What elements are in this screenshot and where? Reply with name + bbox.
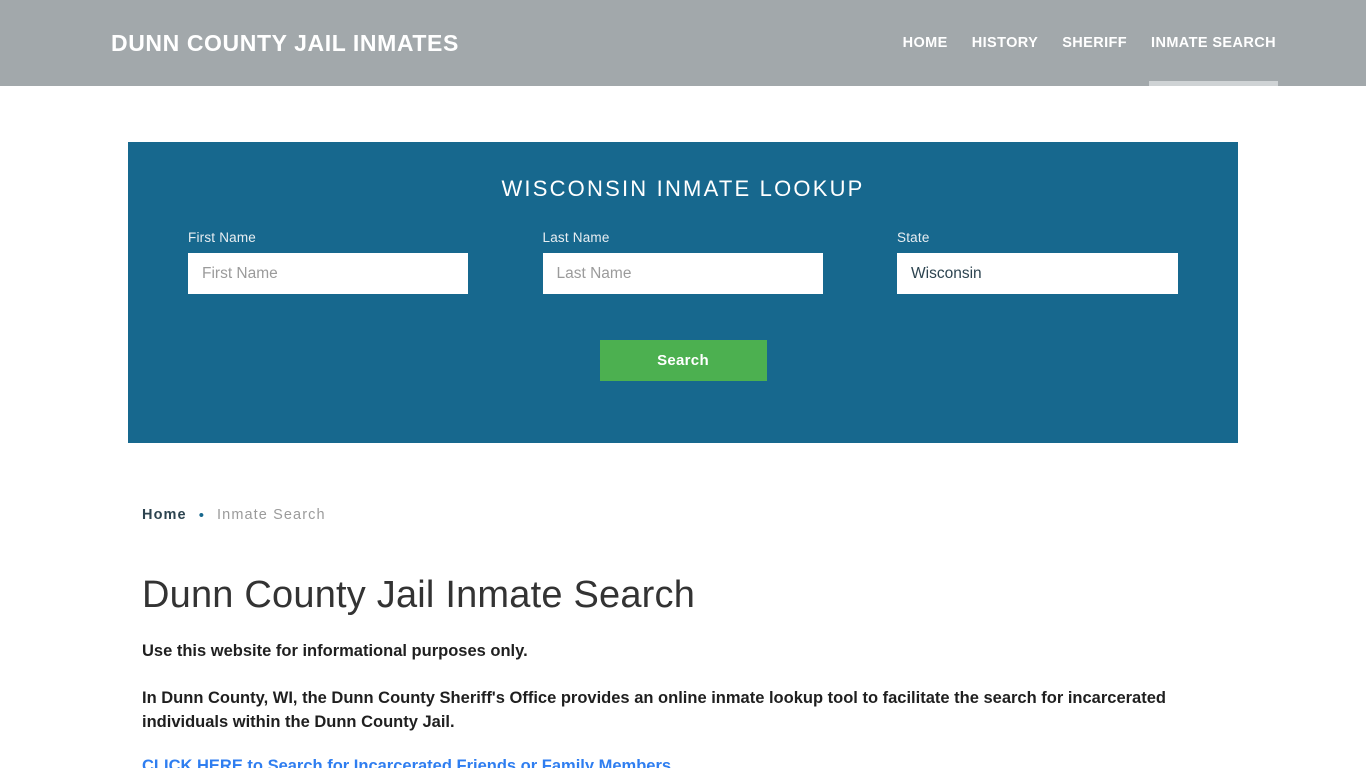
search-button-row: Search <box>188 340 1178 381</box>
inmate-lookup-panel: WISCONSIN INMATE LOOKUP First Name Last … <box>128 142 1238 443</box>
state-select[interactable]: Wisconsin <box>897 253 1178 294</box>
nav-item-home[interactable]: HOME <box>893 0 960 86</box>
site-title: DUNN COUNTY JAIL INMATES <box>111 29 459 56</box>
inmate-search-link[interactable]: CLICK HERE to Search for Incarcerated Fr… <box>142 757 671 768</box>
first-name-field-group: First Name <box>188 230 468 294</box>
breadcrumb: Home • Inmate Search <box>142 507 1238 523</box>
last-name-label: Last Name <box>542 230 610 245</box>
nav-item-sheriff[interactable]: SHERIFF <box>1050 0 1139 86</box>
state-field-group: State Wisconsin <box>897 230 1178 294</box>
nav-item-inmate-search[interactable]: INMATE SEARCH <box>1139 0 1288 86</box>
last-name-field-group: Last Name <box>542 230 823 294</box>
first-name-label: First Name <box>188 230 257 245</box>
intro-paragraph: Use this website for informational purpo… <box>142 641 528 660</box>
nav-item-history[interactable]: HISTORY <box>960 0 1050 86</box>
search-panel-wrapper: WISCONSIN INMATE LOOKUP First Name Last … <box>0 86 1366 443</box>
page-title: Dunn County Jail Inmate Search <box>142 574 696 616</box>
description-paragraph: In Dunn County, WI, the Dunn County Sher… <box>142 688 1166 732</box>
main-content: Home • Inmate Search Dunn County Jail In… <box>128 443 1238 768</box>
breadcrumb-separator-icon: • <box>198 506 206 524</box>
breadcrumb-current: Inmate Search <box>217 507 326 523</box>
first-name-input[interactable] <box>188 253 468 294</box>
panel-title: WISCONSIN INMATE LOOKUP <box>501 176 865 201</box>
main-navigation: HOME HISTORY SHERIFF INMATE SEARCH <box>893 0 1288 86</box>
last-name-input[interactable] <box>542 253 823 294</box>
search-fields-row: First Name Last Name State Wisconsin <box>188 230 1178 294</box>
site-header: DUNN COUNTY JAIL INMATES HOME HISTORY SH… <box>0 0 1366 86</box>
state-label: State <box>897 230 930 245</box>
breadcrumb-home[interactable]: Home <box>142 507 187 523</box>
search-button[interactable]: Search <box>599 340 767 381</box>
